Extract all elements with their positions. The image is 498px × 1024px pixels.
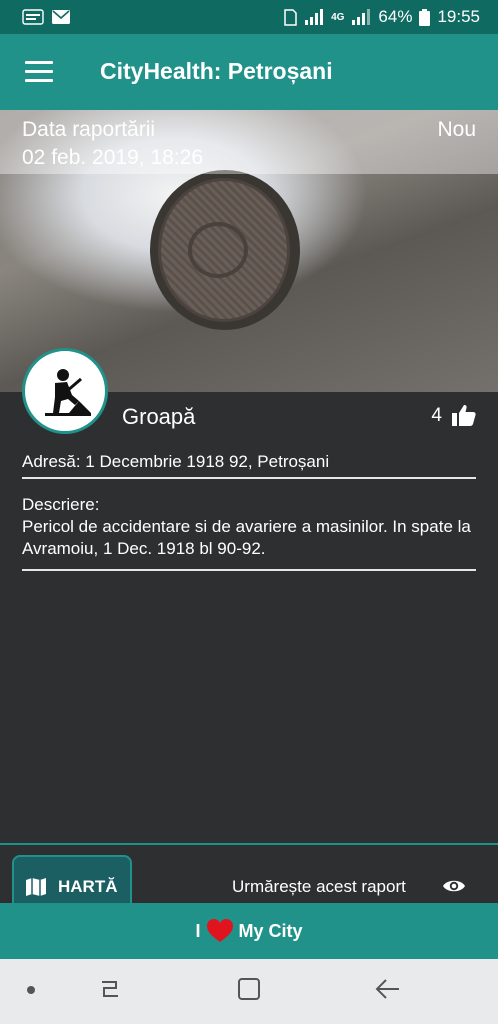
mail-icon — [52, 10, 70, 24]
report-date-value: 02 feb. 2019, 18:26 — [22, 146, 203, 169]
thumbs-up-icon[interactable] — [452, 404, 476, 426]
report-status: Nou — [437, 118, 476, 141]
back-icon[interactable] — [375, 977, 401, 1001]
manhole-center — [188, 222, 248, 278]
app-bar: CityHealth: Petroșani — [0, 34, 498, 110]
report-date-label: Data raportării — [22, 118, 156, 141]
road-work-icon — [45, 369, 91, 416]
description-label: Descriere: — [22, 495, 100, 514]
address-divider — [22, 477, 476, 479]
clock: 19:55 — [437, 7, 480, 26]
map-button-label: HARTĂ — [58, 877, 118, 896]
footer-prefix: I — [195, 920, 201, 941]
actions-top-border — [0, 843, 498, 845]
follow-report-label[interactable]: Urmărește acest raport — [232, 877, 406, 897]
battery-icon — [419, 8, 431, 26]
battery-percent: 64% — [378, 7, 413, 26]
status-bar: 4G 64% 19:55 — [0, 0, 498, 34]
map-icon — [26, 878, 46, 896]
network-type: 4G — [331, 11, 345, 23]
heart-icon — [206, 919, 233, 942]
footer-banner: I My City — [0, 903, 498, 959]
app-notification-icon — [22, 9, 44, 25]
signal-icon — [305, 9, 324, 25]
category-badge — [22, 348, 108, 434]
home-icon[interactable] — [237, 977, 261, 1001]
sim-icon — [284, 8, 297, 26]
footer-suffix: My City — [238, 920, 303, 941]
photo-header-overlay: Data raportării 02 feb. 2019, 18:26 Nou — [0, 110, 498, 174]
nav-dot-icon[interactable] — [27, 986, 35, 994]
report-address: Adresă: 1 Decembrie 1918 92, Petroșani — [22, 452, 330, 471]
likes-count: 4 — [431, 405, 442, 426]
description-text: Pericol de accidentare si de avariere a … — [22, 517, 471, 558]
eye-icon[interactable] — [442, 878, 466, 894]
app-title: CityHealth: Petroșani — [100, 58, 333, 84]
recent-apps-icon[interactable] — [98, 977, 122, 1001]
description-divider — [22, 569, 476, 571]
signal-icon-2 — [352, 9, 371, 25]
category-label: Groapă — [122, 404, 196, 429]
menu-icon[interactable] — [25, 61, 53, 83]
